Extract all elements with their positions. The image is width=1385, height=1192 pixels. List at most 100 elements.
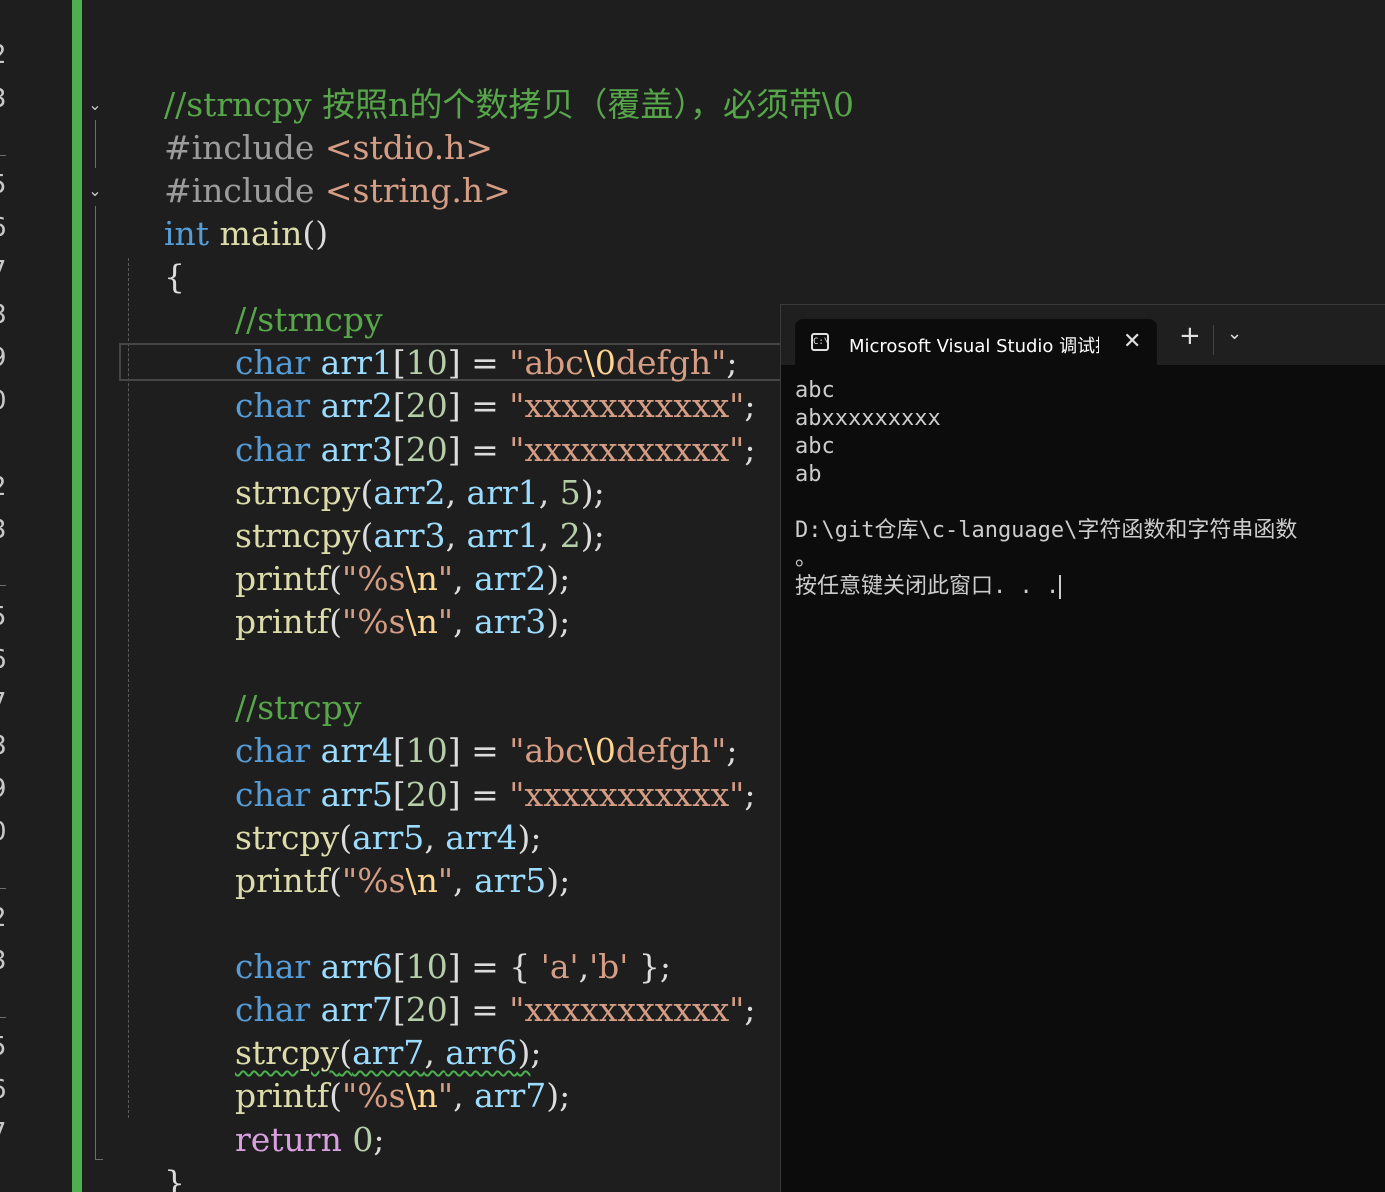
code-line-declaration[interactable]: char arr6[10] = { 'a','b' }; (193, 902, 671, 986)
console-line: 。 (795, 546, 818, 571)
punctuation: ); (546, 861, 571, 900)
code-line-call[interactable]: printf("%s\n", arr7); (193, 1031, 570, 1115)
fold-guide (95, 206, 96, 1160)
punctuation: { (163, 257, 185, 296)
code-line-call[interactable]: printf("%s\n", arr5); (193, 816, 570, 900)
code-line-brace[interactable]: } (122, 1118, 185, 1192)
code-line-include[interactable]: #include <stdio.h> (122, 83, 493, 167)
line-number: 9 (0, 774, 7, 804)
line-number: 2 (0, 472, 7, 502)
include-file: <string.h> (324, 171, 511, 210)
code-line-comment[interactable]: //strncpy 按照n的个数拷贝（覆盖），必须带\0 (122, 40, 854, 124)
line-number: 6 (0, 213, 7, 243)
code-line-comment[interactable]: //strncpy (193, 255, 383, 339)
string: " (437, 861, 454, 900)
code-line-call[interactable]: printf("%s\n", arr2); (193, 514, 570, 598)
console-line-prompt: 按任意键关闭此窗口. . . (795, 573, 1385, 601)
code-line-call[interactable]: strncpy(arr3, arr1, 2); (193, 471, 605, 555)
punctuation: ; (744, 430, 756, 469)
line-number: 5 (0, 170, 7, 200)
line-number: 9 (0, 343, 7, 373)
punctuation: , (453, 602, 475, 641)
variable: arr3 (474, 602, 547, 641)
string: " (437, 1076, 454, 1115)
code-line-brace[interactable]: { (122, 212, 185, 296)
number: 0 (352, 1120, 374, 1159)
punctuation: , (453, 861, 475, 900)
titlebar-separator (1213, 325, 1214, 355)
code-line-call-warning[interactable]: strcpy(arr7, arr6); (193, 988, 542, 1072)
text-cursor (1059, 575, 1062, 599)
line-number: 7 (0, 1118, 7, 1148)
punctuation: ); (580, 516, 605, 555)
code-line-declaration[interactable]: char arr1[10] = "abc\0defgh"; (193, 298, 737, 382)
line-number: 6 (0, 1075, 7, 1105)
close-tab-button[interactable]: ✕ (1123, 329, 1141, 354)
fold-guide-end (95, 1159, 103, 1160)
new-tab-button[interactable]: + (1179, 323, 1201, 349)
punctuation: ( (329, 861, 343, 900)
string: "xxxxxxxxxxx" (509, 990, 745, 1029)
fold-chevron-icon[interactable]: ⌄ (86, 96, 104, 114)
code-line-declaration[interactable]: char arr2[20] = "xxxxxxxxxxx"; (193, 341, 756, 425)
line-number-gutter: 2 3 5 6 7 8 9 0 2 3 5 6 7 8 9 0 2 3 5 6 … (0, 0, 14, 1192)
fold-chevron-icon[interactable]: ⌄ (86, 182, 104, 200)
escape-sequence: \n (405, 1076, 438, 1115)
indent-guide (128, 258, 129, 1118)
line-number: 3 (0, 946, 7, 976)
code-line-declaration[interactable]: char arr5[20] = "xxxxxxxxxxx"; (193, 730, 756, 814)
code-line-return[interactable]: return 0; (193, 1075, 384, 1159)
punctuation: ); (546, 602, 571, 641)
terminal-tab[interactable]: C:\ Microsoft Visual Studio 调试控 ✕ (795, 319, 1157, 367)
punctuation: ); (546, 1076, 571, 1115)
code-line-call[interactable]: strcpy(arr5, arr4); (193, 773, 542, 857)
line-number: 6 (0, 645, 7, 675)
punctuation: } (163, 1163, 185, 1192)
code-line-call[interactable]: printf("%s\n", arr3); (193, 557, 570, 641)
console-line: D:\git仓库\c-language\字符函数和字符串函数 (795, 518, 1298, 543)
code-line-call[interactable]: strncpy(arr2, arr1, 5); (193, 428, 605, 512)
control-keyword: return (234, 1120, 342, 1159)
line-number: 7 (0, 256, 7, 286)
debug-console-window[interactable]: C:\ Microsoft Visual Studio 调试控 ✕ + ⌄ ab… (780, 304, 1385, 1192)
console-icon: C:\ (811, 333, 829, 351)
variable: arr7 (474, 1076, 547, 1115)
console-line: abc (795, 378, 835, 403)
code-line-main[interactable]: int main() (122, 169, 328, 253)
console-output[interactable]: abc abxxxxxxxxx abc ab D:\git仓库\c-langua… (795, 377, 1385, 601)
code-line-comment[interactable]: //strcpy (193, 643, 361, 727)
gutter-tick (0, 155, 6, 156)
line-number: 2 (0, 40, 7, 70)
line-number: 3 (0, 84, 7, 114)
escape-sequence: \n (405, 861, 438, 900)
chevron-down-icon[interactable]: ⌄ (1227, 323, 1242, 344)
code-line-declaration[interactable]: char arr7[20] = "xxxxxxxxxxx"; (193, 945, 756, 1029)
function-name: printf (234, 861, 330, 900)
gutter-tick (0, 888, 6, 889)
gutter-tick (0, 585, 6, 586)
punctuation: ; (744, 775, 756, 814)
line-number: 7 (0, 688, 7, 718)
code-line-include[interactable]: #include <string.h> (122, 126, 511, 210)
punctuation: () (302, 214, 329, 253)
change-tracking-bar (72, 0, 82, 1192)
code-line-declaration[interactable]: char arr4[10] = "abc\0defgh"; (193, 686, 737, 770)
function-name: printf (234, 602, 330, 641)
fold-guide (95, 120, 96, 168)
console-line: abc (795, 434, 835, 459)
line-number: 0 (0, 386, 7, 416)
escape-sequence: \n (405, 602, 438, 641)
punctuation: ; (373, 1120, 385, 1159)
terminal-titlebar[interactable]: C:\ Microsoft Visual Studio 调试控 ✕ + ⌄ (781, 305, 1385, 367)
console-line: ab (795, 462, 822, 487)
code-line-declaration[interactable]: char arr3[20] = "xxxxxxxxxxx"; (193, 385, 756, 469)
line-number: 5 (0, 602, 7, 632)
line-number: 8 (0, 300, 7, 330)
line-number: 8 (0, 731, 7, 761)
string: "xxxxxxxxxxx" (509, 775, 745, 814)
function-name: main (219, 214, 303, 253)
code-editor[interactable]: 2 3 5 6 7 8 9 0 2 3 5 6 7 8 9 0 2 3 5 6 … (0, 0, 1385, 1192)
tab-title: Microsoft Visual Studio 调试控 (849, 336, 1099, 357)
line-number: 2 (0, 903, 7, 933)
string: " (437, 602, 454, 641)
